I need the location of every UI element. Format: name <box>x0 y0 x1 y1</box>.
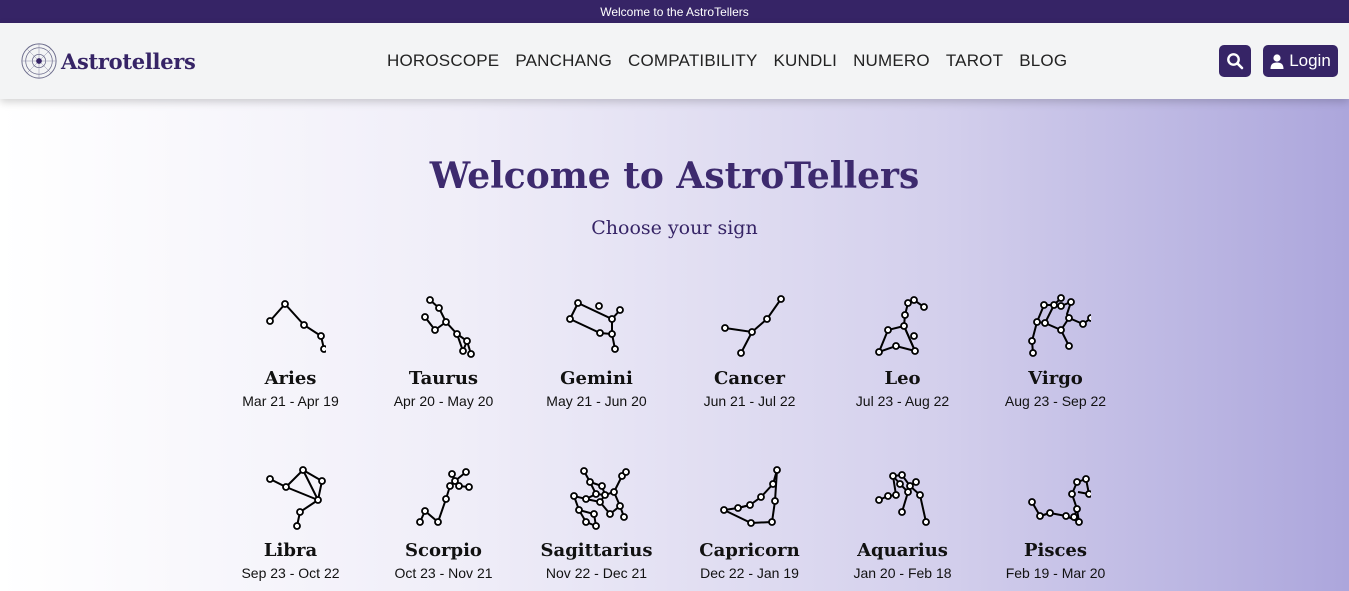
virgo-constellation-icon <box>1027 294 1091 357</box>
sign-card-sagittarius[interactable]: Sagittarius Nov 22 - Dec 21 <box>520 462 673 581</box>
search-button[interactable] <box>1219 45 1251 77</box>
page-title: Welcome to AstroTellers <box>429 155 920 197</box>
announcement-bar: Welcome to the AstroTellers <box>0 0 1349 23</box>
aquarius-constellation-icon <box>874 471 930 526</box>
announcement-text: Welcome to the AstroTellers <box>600 4 749 19</box>
leo-constellation-icon <box>874 296 928 356</box>
sign-name: Cancer <box>714 368 785 389</box>
sign-card-taurus[interactable]: Taurus Apr 20 - May 20 <box>367 290 520 409</box>
sign-dates: Nov 22 - Dec 21 <box>545 565 648 581</box>
nav-kundli[interactable]: KUNDLI <box>766 51 846 71</box>
sign-name: Gemini <box>560 368 633 389</box>
nav-compatibility[interactable]: COMPATIBILITY <box>620 51 766 71</box>
sign-dates: Sep 23 - Oct 22 <box>241 565 340 581</box>
sign-card-pisces[interactable]: Pisces Feb 19 - Mar 20 <box>979 462 1132 581</box>
sign-dates: Feb 19 - Mar 20 <box>1005 565 1106 581</box>
sign-dates: Aug 23 - Sep 22 <box>1004 393 1107 409</box>
sign-dates: Jan 20 - Feb 18 <box>853 565 952 581</box>
scorpio-constellation-icon <box>415 468 473 526</box>
brand-logo-link[interactable]: Astrotellers <box>20 42 196 80</box>
sign-card-aquarius[interactable]: Aquarius Jan 20 - Feb 18 <box>826 462 979 581</box>
nav-blog[interactable]: BLOG <box>1011 51 1075 71</box>
sign-card-scorpio[interactable]: Scorpio Oct 23 - Nov 21 <box>367 462 520 581</box>
nav-numero[interactable]: NUMERO <box>845 51 938 71</box>
cancer-constellation-icon <box>720 295 785 357</box>
taurus-constellation-icon <box>420 296 475 358</box>
sign-dates: Oct 23 - Nov 21 <box>394 565 493 581</box>
sign-name: Scorpio <box>405 540 482 561</box>
site-header: Astrotellers HOROSCOPE PANCHANG COMPATIB… <box>0 23 1349 99</box>
brand-name: Astrotellers <box>61 48 196 74</box>
capricorn-constellation-icon <box>719 466 781 527</box>
sign-card-cancer[interactable]: Cancer Jun 21 - Jul 22 <box>673 290 826 409</box>
sign-name: Sagittarius <box>540 540 653 561</box>
sign-card-virgo[interactable]: Virgo Aug 23 - Sep 22 <box>979 290 1132 409</box>
sign-card-leo[interactable]: Leo Jul 23 - Aug 22 <box>826 290 979 409</box>
sign-name: Aries <box>264 368 317 389</box>
sagittarius-constellation-icon <box>569 467 630 530</box>
main-nav: HOROSCOPE PANCHANG COMPATIBILITY KUNDLI … <box>379 23 1075 99</box>
sign-name: Virgo <box>1028 368 1083 389</box>
login-label: Login <box>1289 51 1331 70</box>
sign-dates: Jul 23 - Aug 22 <box>855 393 950 409</box>
astrotellers-logo-icon <box>21 43 57 79</box>
sign-dates: Jun 21 - Jul 22 <box>703 393 796 409</box>
sign-dates: May 21 - Jun 20 <box>546 393 647 409</box>
gemini-constellation-icon <box>565 299 624 353</box>
libra-constellation-icon <box>265 466 326 530</box>
nav-tarot[interactable]: TAROT <box>938 51 1011 71</box>
sign-name: Libra <box>263 540 318 561</box>
sign-name: Leo <box>884 368 921 389</box>
nav-horoscope[interactable]: HOROSCOPE <box>379 51 507 71</box>
login-button[interactable]: Login <box>1263 45 1338 77</box>
sign-card-capricorn[interactable]: Capricorn Dec 22 - Jan 19 <box>673 462 826 581</box>
sign-name: Taurus <box>408 368 479 389</box>
page-subtitle: Choose your sign <box>591 217 758 239</box>
user-icon <box>1270 53 1284 69</box>
sign-dates: Dec 22 - Jan 19 <box>700 565 799 581</box>
pisces-constellation-icon <box>1027 475 1091 526</box>
sign-dates: Apr 20 - May 20 <box>393 393 494 409</box>
sign-dates: Mar 21 - Apr 19 <box>242 393 339 409</box>
sign-name: Pisces <box>1023 540 1088 561</box>
sign-card-aries[interactable]: Aries Mar 21 - Apr 19 <box>214 290 367 409</box>
aries-constellation-icon <box>265 300 326 353</box>
sign-name: Aquarius <box>857 540 948 561</box>
sign-name: Capricorn <box>699 540 800 561</box>
sign-card-libra[interactable]: Libra Sep 23 - Oct 22 <box>214 462 367 581</box>
nav-panchang[interactable]: PANCHANG <box>507 51 620 71</box>
sign-card-gemini[interactable]: Gemini May 21 - Jun 20 <box>520 290 673 409</box>
search-icon <box>1227 53 1244 70</box>
